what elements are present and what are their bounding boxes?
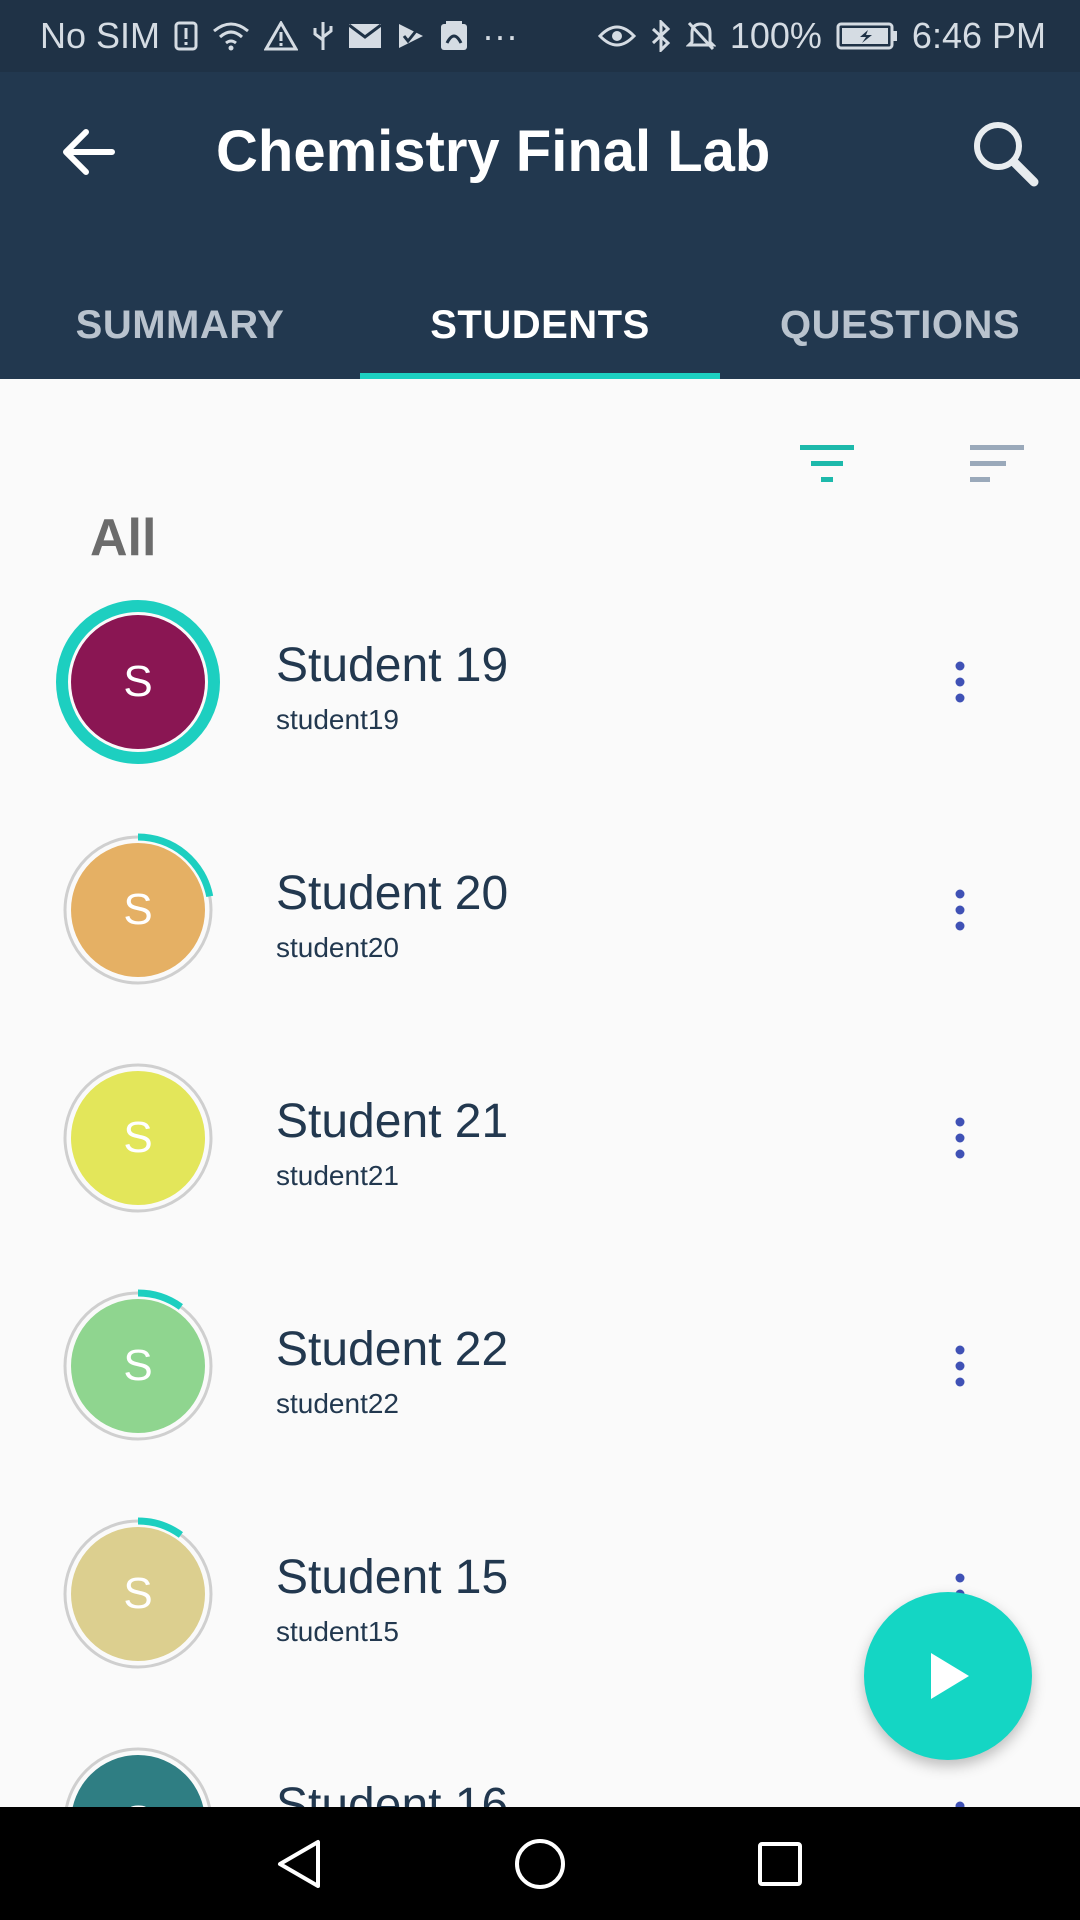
student-username: student20 bbox=[276, 932, 399, 963]
wifi-icon bbox=[212, 21, 250, 51]
student-row[interactable]: S Student 19 student19 bbox=[0, 600, 1080, 828]
more-options-button[interactable] bbox=[936, 650, 984, 714]
avatar: S bbox=[71, 1527, 205, 1661]
student-row[interactable]: S Student 22 student22 bbox=[0, 1284, 1080, 1512]
warning-icon bbox=[264, 21, 299, 51]
student-name: Student 20 bbox=[276, 867, 509, 920]
student-username: student19 bbox=[276, 704, 399, 735]
carrier-text: No SIM bbox=[40, 15, 161, 56]
back-button[interactable] bbox=[52, 116, 124, 188]
student-row[interactable]: S Student 21 student21 bbox=[0, 1056, 1080, 1284]
section-label: All bbox=[90, 509, 157, 567]
more-vert-icon bbox=[955, 661, 965, 703]
avatar-progress: S bbox=[56, 828, 220, 992]
page-title: Chemistry Final Lab bbox=[216, 119, 771, 184]
student-name: Student 15 bbox=[276, 1551, 509, 1604]
sort-icon bbox=[970, 445, 1024, 482]
tab-questions[interactable]: QUESTIONS bbox=[720, 272, 1080, 379]
avatar-progress: S bbox=[56, 1740, 220, 1807]
play-button[interactable] bbox=[864, 1592, 1032, 1760]
student-name: Student 16 bbox=[276, 1779, 509, 1807]
nav-home-button[interactable] bbox=[500, 1824, 580, 1904]
app-icon bbox=[440, 21, 468, 51]
filter-icon bbox=[800, 445, 854, 482]
student-row[interactable]: S Student 20 student20 bbox=[0, 828, 1080, 1056]
student-name: Student 21 bbox=[276, 1095, 509, 1148]
nav-back-button[interactable] bbox=[260, 1824, 340, 1904]
avatar: S bbox=[71, 615, 205, 749]
alert-icon bbox=[174, 21, 198, 51]
battery-percent: 100% bbox=[729, 15, 822, 56]
avatar: S bbox=[71, 843, 205, 977]
status-right: 100% 6:46 PM bbox=[597, 15, 1046, 57]
tab-students[interactable]: STUDENTS bbox=[360, 272, 720, 379]
check-icon bbox=[396, 22, 426, 50]
avatar: S bbox=[71, 1071, 205, 1205]
more-vert-icon bbox=[955, 1801, 965, 1807]
back-arrow-icon bbox=[63, 129, 115, 175]
tab-summary[interactable]: SUMMARY bbox=[0, 272, 360, 379]
more-vert-icon bbox=[955, 1117, 965, 1159]
search-button[interactable] bbox=[966, 114, 1044, 192]
bluetooth-icon bbox=[650, 20, 672, 52]
app-bar: Chemistry Final Lab SUMMARY STUDENTS QUE… bbox=[0, 72, 1080, 379]
usb-icon bbox=[312, 20, 334, 52]
mute-icon bbox=[685, 20, 716, 52]
more-vert-icon bbox=[955, 889, 965, 931]
more-options-button[interactable] bbox=[936, 1334, 984, 1398]
student-username: student15 bbox=[276, 1616, 399, 1647]
avatar-progress: S bbox=[56, 600, 220, 764]
clock: 6:46 PM bbox=[911, 15, 1046, 56]
avatar-progress: S bbox=[56, 1284, 220, 1448]
more-options-button[interactable] bbox=[936, 1790, 984, 1807]
triangle-back-icon bbox=[278, 1839, 320, 1888]
student-username: student22 bbox=[276, 1388, 399, 1419]
square-recents-icon bbox=[758, 1841, 802, 1886]
play-icon bbox=[931, 1653, 969, 1699]
status-left: No SIM ··· bbox=[40, 15, 518, 57]
more-vert-icon bbox=[955, 1345, 965, 1387]
overflow-indicator: ··· bbox=[482, 15, 518, 56]
eye-icon bbox=[597, 22, 636, 50]
avatar: S bbox=[71, 1299, 205, 1433]
circle-home-icon bbox=[515, 1838, 565, 1889]
tab-bar: SUMMARY STUDENTS QUESTIONS bbox=[0, 272, 1080, 379]
tab-indicator bbox=[360, 373, 720, 379]
nav-recents-button[interactable] bbox=[740, 1824, 820, 1904]
battery-icon bbox=[836, 21, 898, 51]
student-username: student21 bbox=[276, 1160, 399, 1191]
mail-icon bbox=[348, 23, 382, 49]
filter-button[interactable] bbox=[790, 434, 866, 494]
more-options-button[interactable] bbox=[936, 878, 984, 942]
student-name: Student 22 bbox=[276, 1323, 509, 1376]
avatar-progress: S bbox=[56, 1056, 220, 1220]
status-bar: No SIM ··· 100% 6:46 PM bbox=[0, 0, 1080, 72]
sort-button[interactable] bbox=[958, 434, 1034, 494]
more-options-button[interactable] bbox=[936, 1106, 984, 1170]
navigation-bar bbox=[0, 1807, 1080, 1920]
search-icon bbox=[974, 122, 1039, 187]
avatar-progress: S bbox=[56, 1512, 220, 1676]
student-name: Student 19 bbox=[276, 639, 509, 692]
